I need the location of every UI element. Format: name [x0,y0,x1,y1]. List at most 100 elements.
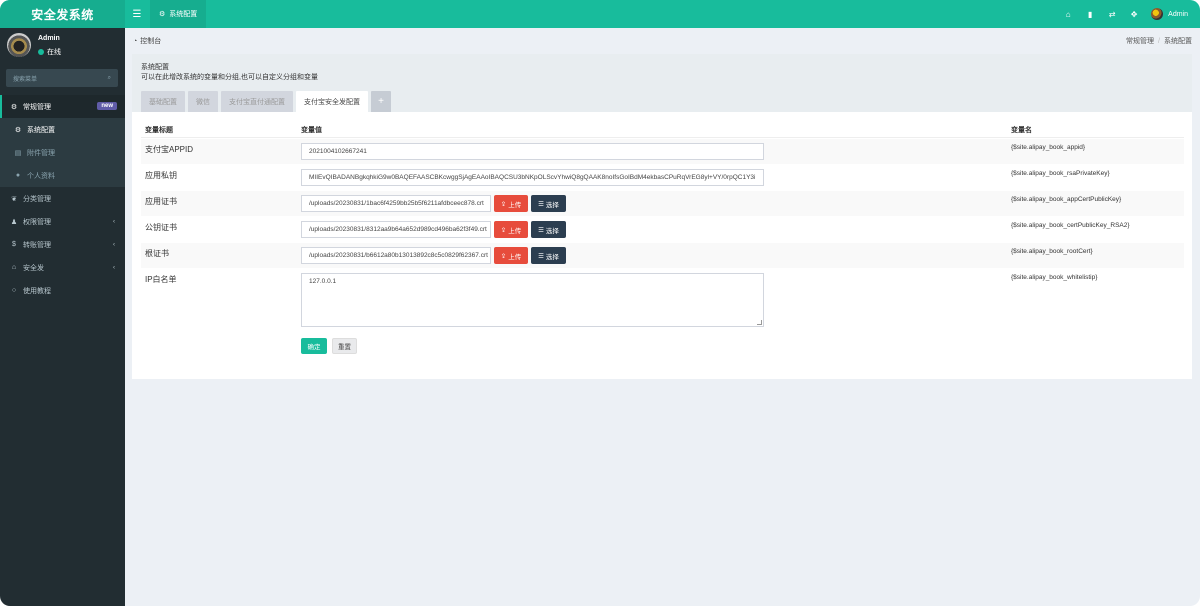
table-row: IP白名单 127.0.0.1 {$site.alipay_book_white… [141,268,1184,330]
breadcrumb: 常规管理 / 系统配置 [1126,36,1192,46]
select-label: 选择 [545,227,559,235]
table-row: 应用私钥 MIIEvQIBADANBgkqhkiG9w0BAQEFAASCBKc… [141,164,1184,190]
chevron-left-icon: ‹ [113,241,115,248]
table-row: 根证书 /uploads/20230831/b6612a80b13013892c… [141,242,1184,268]
config-tabs: 基础配置 微信 支付宝直付通配置 支付宝安全发配置 + [141,91,391,113]
top-navbar: 安全发系统 ☰ ⚙ 系统配置 ⌂ ▮ ⇄ ✥ Admin [0,0,1200,28]
select-label: 选择 [545,253,559,261]
sidebar: Admin 在线 搜索菜单 ⌕ ⚙ 常规管理 new ⚙ 系统配置 ▤ 附件管理… [0,28,125,606]
row-var-name: {$site.alipay_book_rootCert} [1011,248,1093,255]
upload-button[interactable]: ⇪ 上传 [494,221,528,238]
root-cert-input[interactable]: /uploads/20230831/b6612a80b13013892c8c5c… [301,247,491,264]
online-dot-icon [38,49,44,55]
tab-alipay-safe-send[interactable]: 支付宝安全发配置 [296,91,368,113]
select-button[interactable]: ☰ 选择 [531,195,566,212]
row-var-name: {$site.alipay_book_rsaPrivateKey} [1011,170,1110,177]
public-cert-input[interactable]: /uploads/20230831/8312aa9b64a652d989cd49… [301,221,491,238]
top-user-name: Admin [1168,10,1188,18]
sidebar-item-config[interactable]: ⚙ 系统配置 [0,118,125,141]
sidebar-item-attachment[interactable]: ▤ 附件管理 [0,141,125,164]
upload-button[interactable]: ⇪ 上传 [494,195,528,212]
search-input[interactable]: 搜索菜单 ⌕ [6,69,118,87]
select-button[interactable]: ☰ 选择 [531,247,566,264]
select-label: 选择 [545,201,559,209]
upload-button[interactable]: ⇪ 上传 [494,247,528,264]
table-row: 支付宝APPID 2021004102667241 {$site.alipay_… [141,138,1184,164]
sidebar-nav: ⚙ 常规管理 new ⚙ 系统配置 ▤ 附件管理 ● 个人资料 ❦ 分类管理 ♟… [0,95,125,302]
home-icon[interactable]: ⌂ [1057,0,1079,28]
sidebar-item-label: 常规管理 [23,103,51,111]
tab-wechat[interactable]: 微信 [188,91,218,112]
search-icon[interactable]: ⌕ [108,75,111,82]
language-icon[interactable]: ⇄ [1101,0,1123,28]
avatar [7,33,31,57]
app-window: 安全发系统 ☰ ⚙ 系统配置 ⌂ ▮ ⇄ ✥ Admin Admin 在线 搜索… [0,0,1200,606]
breadcrumb-item[interactable]: 常规管理 [1126,38,1154,45]
sidebar-item-safe-send[interactable]: ⌂ 安全发 ‹ [0,256,125,279]
gear-icon: ⚙ [14,126,22,134]
tab-alipay-direct[interactable]: 支付宝直付通配置 [221,91,293,112]
group-icon: ♟ [10,218,18,226]
sidebar-item-label: 转账管理 [23,241,51,249]
reset-button[interactable]: 重置 [332,338,357,354]
tab-system-config[interactable]: ⚙ 系统配置 [150,0,207,28]
add-tab-plus-icon[interactable]: + [371,91,391,112]
page-description: 可以在此增改系统的变量和分组,也可以自定义分组和变量 [141,74,318,81]
private-key-input[interactable]: MIIEvQIBADANBgkqhkiG9w0BAQEFAASCBKcwggSj… [301,169,764,186]
form-actions: 确定 重置 [141,330,1184,360]
chevron-left-icon: ‹ [113,264,115,271]
upload-label: 上传 [508,227,522,235]
tab-basic[interactable]: 基础配置 [141,91,185,112]
sidebar-item-general[interactable]: ⚙ 常规管理 new [0,95,125,118]
upload-icon: ⇪ [500,200,507,208]
sidebar-item-transfer[interactable]: $ 转账管理 ‹ [0,233,125,256]
resize-handle-icon[interactable] [757,320,762,325]
ip-whitelist-textarea[interactable]: 127.0.0.1 [301,273,764,327]
sidebar-submenu: ⚙ 系统配置 ▤ 附件管理 ● 个人资料 [0,118,125,187]
trash-icon[interactable]: ▮ [1079,0,1101,28]
page-title: 系统配置 [141,64,169,71]
sidebar-item-label: 附件管理 [27,149,55,157]
list-icon: ☰ [538,200,544,208]
table-header: 变量标题 变量值 变量名 [141,120,1184,138]
chevron-left-icon: ‹ [113,218,115,225]
sidebar-item-label: 安全发 [23,264,44,272]
sidebar-item-label: 系统配置 [27,126,55,134]
row-var-name: {$site.alipay_book_appid} [1011,144,1086,151]
avatar [1151,8,1164,20]
appid-input[interactable]: 2021004102667241 [301,143,764,160]
sidebar-item-profile[interactable]: ● 个人资料 [0,164,125,187]
cogs-icon: ⚙ [10,103,18,111]
header-value: 变量值 [301,127,322,134]
header-title: 变量标题 [145,127,173,134]
new-badge: new [97,102,117,110]
sidebar-item-category[interactable]: ❦ 分类管理 [0,187,125,210]
sidebar-item-label: 个人资料 [27,172,55,180]
panel-heading: 系统配置 可以在此增改系统的变量和分组,也可以自定义分组和变量 基础配置 微信 … [132,54,1192,113]
menu-toggle-icon[interactable]: ☰ [128,0,146,28]
upload-label: 上传 [508,253,522,261]
user-panel: Admin 在线 [0,28,125,64]
sidebar-item-auth[interactable]: ♟ 权限管理 ‹ [0,210,125,233]
list-icon: ☰ [538,226,544,234]
app-logo[interactable]: 安全发系统 [0,0,125,28]
row-title: 支付宝APPID [145,145,194,154]
breadcrumb-item: 系统配置 [1164,38,1192,45]
gear-icon: ⚙ [159,11,166,18]
list-icon: ☰ [538,252,544,260]
table-row: 公钥证书 /uploads/20230831/8312aa9b64a652d98… [141,216,1184,242]
breadcrumb-dashboard[interactable]: 控制台 [140,36,161,46]
select-button[interactable]: ☰ 选择 [531,221,566,238]
breadcrumb-left: ◔ 控制台 [133,36,161,46]
app-cert-input[interactable]: /uploads/20230831/1bac6f4259bb25b5f6211a… [301,195,491,212]
sidebar-item-tutorial[interactable]: ○ 使用教程 [0,279,125,302]
fullscreen-icon[interactable]: ✥ [1123,0,1145,28]
top-user-menu[interactable]: Admin [1145,8,1200,20]
row-title: IP白名单 [145,275,177,284]
row-title: 根证书 [145,249,169,258]
leaf-icon: ❦ [11,195,17,203]
sidebar-item-label: 分类管理 [23,195,51,203]
textarea-value: 127.0.0.1 [309,278,337,285]
submit-button[interactable]: 确定 [301,338,327,354]
row-var-name: {$site.alipay_book_appCertPublicKey} [1011,196,1122,203]
